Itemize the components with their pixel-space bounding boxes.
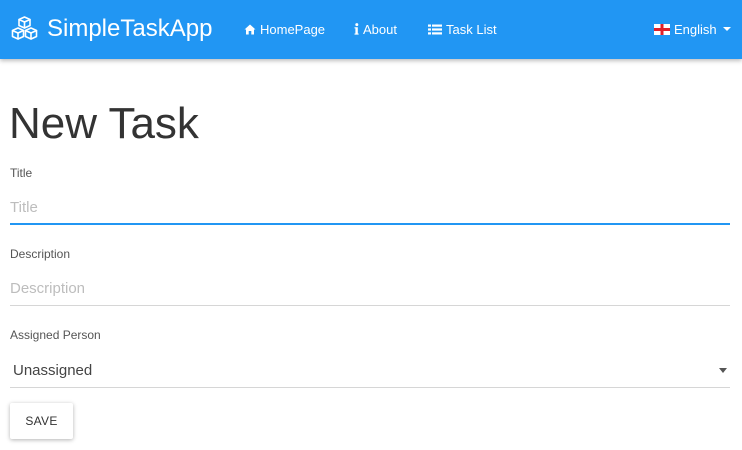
page-title: New Task [9, 99, 199, 148]
home-icon [244, 24, 256, 34]
nav-task-list-label: Task List [446, 21, 497, 37]
assigned-person-value: Unassigned [13, 362, 93, 379]
assigned-person-label: Assigned Person [10, 328, 101, 342]
nav-task-list[interactable]: Task List [428, 20, 497, 38]
top-navbar: SimpleTaskApp HomePage About Task List E… [0, 0, 742, 59]
title-label: Title [10, 166, 33, 180]
chevron-down-icon [722, 27, 731, 31]
description-input[interactable] [10, 272, 730, 306]
cubes-icon [11, 16, 38, 40]
nav-about[interactable]: About [354, 20, 397, 38]
brand-name: SimpleTaskApp [47, 15, 213, 42]
flag-england-icon [654, 23, 670, 35]
nav-homepage-label: HomePage [260, 21, 326, 37]
nav-about-label: About [363, 21, 397, 37]
list-icon [428, 24, 442, 34]
brand-link[interactable]: SimpleTaskApp [10, 13, 212, 45]
description-label: Description [10, 247, 71, 261]
language-label: English [674, 21, 717, 37]
nav-homepage[interactable]: HomePage [244, 20, 325, 38]
info-icon [354, 23, 359, 35]
save-button[interactable]: SAVE [10, 403, 73, 439]
title-input[interactable] [10, 191, 730, 225]
language-dropdown[interactable]: English [654, 20, 731, 38]
select-caret-icon [719, 368, 727, 373]
assigned-person-select[interactable]: Unassigned [10, 354, 730, 388]
